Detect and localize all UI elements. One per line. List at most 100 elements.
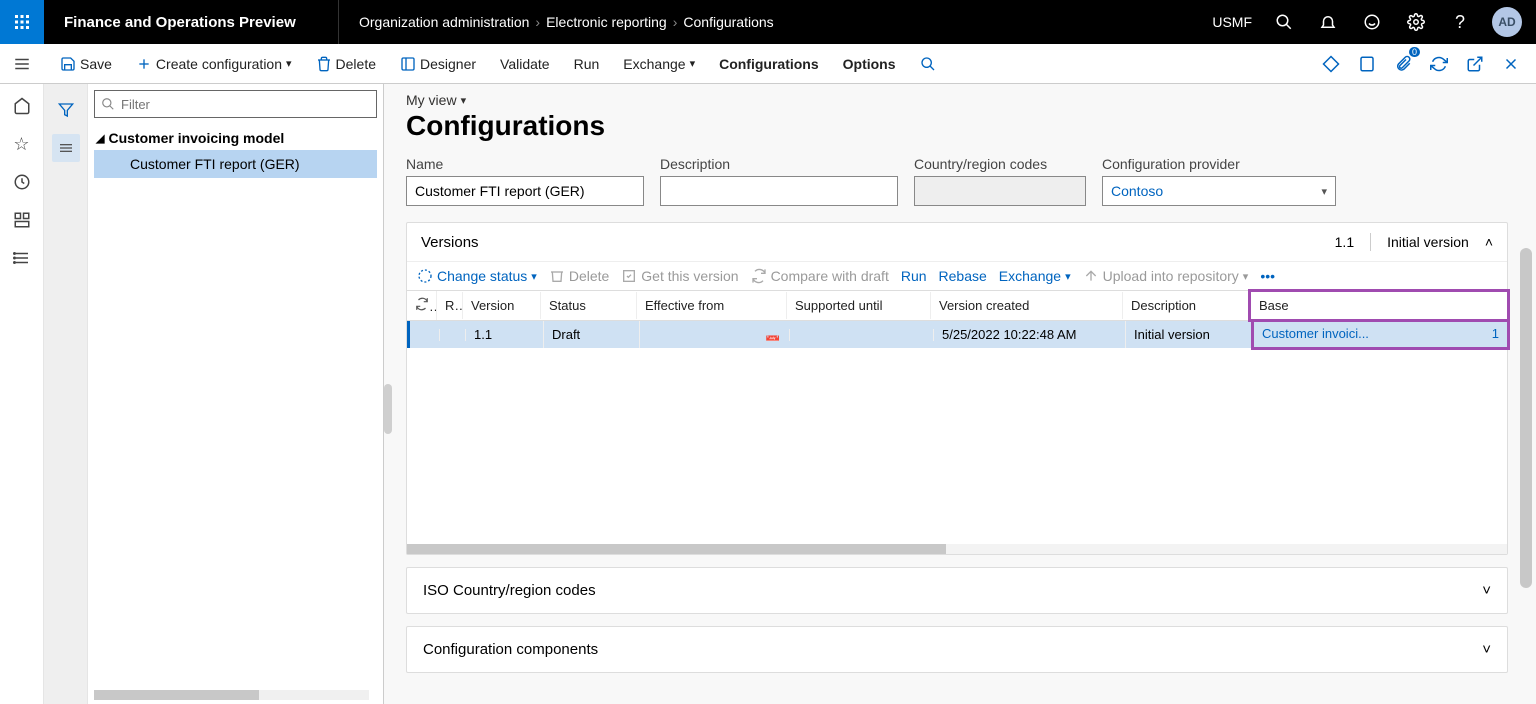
get-version-button: Get this version	[621, 268, 738, 284]
more-button[interactable]: •••	[1260, 268, 1275, 284]
hamburger-button[interactable]	[0, 44, 44, 84]
cell-description: Initial version	[1126, 321, 1254, 348]
page-title: Configurations	[406, 110, 1508, 142]
col-supported[interactable]: Supported until	[787, 292, 931, 319]
favorites-icon[interactable]: ☆	[12, 134, 32, 154]
close-icon[interactable]	[1496, 49, 1526, 79]
col-created[interactable]: Version created	[931, 292, 1123, 319]
create-label: Create configuration	[156, 56, 282, 72]
col-r[interactable]: R...	[437, 292, 463, 319]
chevron-down-icon: ˅	[1482, 582, 1491, 599]
chevron-up-icon[interactable]: ˄	[1485, 234, 1493, 250]
filter-input-wrapper[interactable]	[94, 90, 377, 118]
options-label: Options	[843, 56, 896, 72]
chevron-down-icon: ▾	[461, 94, 467, 107]
cell-version: 1.1	[466, 321, 544, 348]
tree-node-parent[interactable]: ◢ Customer invoicing model	[94, 126, 377, 150]
breadcrumb-item[interactable]: Electronic reporting	[546, 14, 667, 30]
col-base[interactable]: Base	[1248, 289, 1510, 322]
create-configuration-button[interactable]: Create configuration ▾	[126, 52, 302, 76]
save-button[interactable]: Save	[50, 52, 122, 76]
modules-icon[interactable]	[12, 248, 32, 268]
sub-rail	[44, 84, 88, 704]
filter-icon[interactable]	[52, 96, 80, 124]
refresh-column-icon[interactable]	[407, 291, 437, 320]
breadcrumb-item[interactable]: Configurations	[683, 14, 773, 30]
provider-select[interactable]: Contoso ▾	[1102, 176, 1336, 206]
horizontal-scrollbar[interactable]	[94, 690, 369, 700]
find-button[interactable]	[910, 52, 946, 76]
versions-title: Versions	[421, 234, 479, 251]
col-version[interactable]: Version	[463, 292, 541, 319]
provider-value: Contoso	[1111, 183, 1163, 199]
name-label: Name	[406, 156, 644, 172]
popout-icon[interactable]	[1460, 49, 1490, 79]
base-link[interactable]: Customer invoici...	[1262, 326, 1369, 341]
cell-effective[interactable]: 📅	[640, 329, 790, 341]
col-status[interactable]: Status	[541, 292, 637, 319]
list-icon[interactable]	[52, 134, 80, 162]
attach-icon[interactable]: 0	[1388, 49, 1418, 79]
tree-pane: ◢ Customer invoicing model Customer FTI …	[88, 84, 384, 704]
version-exchange-button[interactable]: Exchange▾	[999, 268, 1071, 284]
diamond-icon[interactable]	[1316, 49, 1346, 79]
calendar-icon[interactable]: 📅	[765, 335, 781, 341]
vertical-scrollbar[interactable]	[1520, 88, 1532, 696]
office-icon[interactable]	[1352, 49, 1382, 79]
view-picker[interactable]: My view ▾	[406, 92, 1508, 108]
home-icon[interactable]	[12, 96, 32, 116]
view-label: My view	[406, 92, 457, 108]
rebase-button[interactable]: Rebase	[939, 268, 987, 284]
notifications-icon[interactable]	[1310, 0, 1346, 44]
run-button[interactable]: Run	[564, 52, 610, 76]
description-label: Description	[660, 156, 898, 172]
designer-button[interactable]: Designer	[390, 52, 486, 76]
refresh-icon[interactable]	[1424, 49, 1454, 79]
collapse-icon[interactable]: ◢	[96, 132, 104, 145]
delete-button[interactable]: Delete	[306, 52, 386, 76]
chevron-right-icon: ›	[673, 14, 678, 30]
tree-node-child[interactable]: Customer FTI report (GER)	[94, 150, 377, 178]
base-number[interactable]: 1	[1492, 326, 1499, 341]
iso-panel[interactable]: ISO Country/region codes ˅	[406, 567, 1508, 614]
col-effective[interactable]: Effective from	[637, 292, 787, 319]
feedback-icon[interactable]	[1354, 0, 1390, 44]
version-desc-badge: Initial version	[1387, 234, 1469, 250]
options-button[interactable]: Options	[833, 52, 906, 76]
name-input[interactable]	[406, 176, 644, 206]
description-input[interactable]	[660, 176, 898, 206]
version-run-button[interactable]: Run	[901, 268, 927, 284]
grid-horizontal-scrollbar[interactable]	[407, 544, 1507, 554]
breadcrumb-item[interactable]: Organization administration	[359, 14, 529, 30]
user-avatar[interactable]: AD	[1492, 7, 1522, 37]
provider-label: Configuration provider	[1102, 156, 1336, 172]
filter-input[interactable]	[121, 97, 370, 112]
col-description[interactable]: Description	[1123, 292, 1251, 319]
country-codes-input	[914, 176, 1086, 206]
save-label: Save	[80, 56, 112, 72]
topbar-right: USMF ? AD	[1212, 0, 1536, 44]
iso-panel-title: ISO Country/region codes	[423, 582, 596, 599]
validate-button[interactable]: Validate	[490, 52, 560, 76]
settings-icon[interactable]	[1398, 0, 1434, 44]
command-bar: Save Create configuration ▾ Delete Design…	[44, 44, 1536, 84]
chevron-down-icon: ▾	[690, 57, 696, 70]
help-icon[interactable]: ?	[1442, 0, 1478, 44]
configurations-button[interactable]: Configurations	[709, 52, 829, 76]
cell-base[interactable]: Customer invoici... 1	[1251, 320, 1510, 350]
components-panel[interactable]: Configuration components ˅	[406, 626, 1508, 673]
exchange-button[interactable]: Exchange▾	[613, 52, 705, 76]
app-launcher-button[interactable]	[0, 0, 44, 44]
workspaces-icon[interactable]	[12, 210, 32, 230]
separator	[1370, 233, 1371, 251]
recent-icon[interactable]	[12, 172, 32, 192]
versions-grid: R... Version Status Effective from Suppo…	[407, 290, 1507, 540]
grid-row[interactable]: 1.1 Draft 📅 5/25/2022 10:22:48 AM Initia…	[407, 321, 1507, 348]
company-code[interactable]: USMF	[1212, 14, 1252, 30]
cell-supported	[790, 329, 934, 341]
search-icon[interactable]	[1266, 0, 1302, 44]
change-status-button[interactable]: Change status▾	[417, 268, 537, 284]
chevron-down-icon: ˅	[1482, 641, 1491, 658]
splitter-handle[interactable]	[384, 84, 392, 704]
chevron-down-icon: ▾	[286, 57, 292, 70]
